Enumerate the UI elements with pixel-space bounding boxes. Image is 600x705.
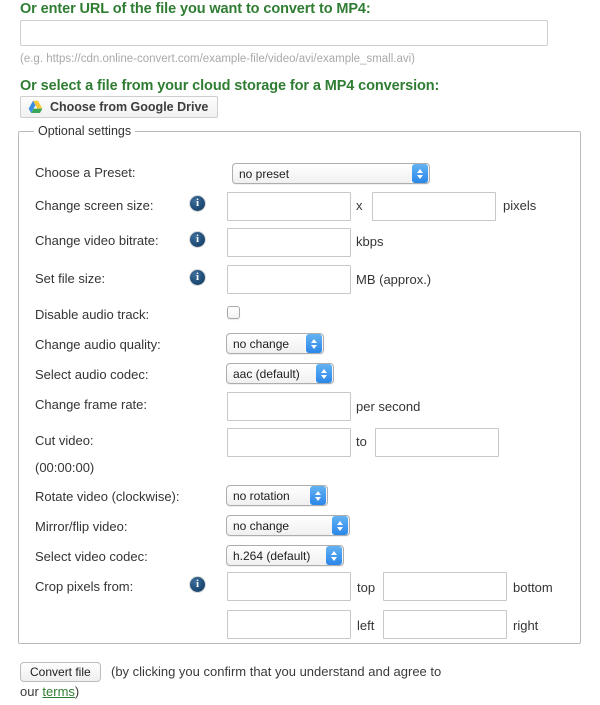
convert-file-button[interactable]: Convert file xyxy=(20,662,101,682)
rotate-video-select-value: no rotation xyxy=(227,489,310,503)
disable-audio-track-checkbox[interactable] xyxy=(227,306,240,319)
url-example-text: (e.g. https://cdn.online-convert.com/exa… xyxy=(20,53,415,65)
chevron-updown-icon xyxy=(310,486,326,505)
preset-select[interactable]: no preset xyxy=(232,163,430,184)
choose-from-google-drive-button[interactable]: Choose from Google Drive xyxy=(20,96,218,118)
disclaimer-prefix: our xyxy=(20,684,42,699)
crop-bottom-input[interactable] xyxy=(383,572,507,601)
label-change-frame-rate: Change frame rate: xyxy=(35,397,147,412)
url-section-heading: Or enter URL of the file you want to con… xyxy=(20,1,371,17)
label-select-video-codec: Select video codec: xyxy=(35,549,148,564)
screen-size-separator: x xyxy=(356,198,363,213)
frame-rate-input[interactable] xyxy=(227,392,351,421)
mirror-flip-select[interactable]: no change xyxy=(226,515,350,536)
info-icon-screen-size[interactable]: i xyxy=(190,196,205,211)
gdrive-button-label: Choose from Google Drive xyxy=(50,100,208,114)
info-icon-file-size[interactable]: i xyxy=(190,270,205,285)
rotate-video-select[interactable]: no rotation xyxy=(226,485,328,506)
google-drive-icon xyxy=(28,100,43,114)
file-size-input[interactable] xyxy=(227,265,351,294)
label-change-audio-quality: Change audio quality: xyxy=(35,337,161,352)
video-bitrate-unit: kbps xyxy=(356,234,383,249)
video-bitrate-input[interactable] xyxy=(227,228,351,257)
label-crop-pixels-from: Crop pixels from: xyxy=(35,579,133,594)
cloud-section-heading: Or select a file from your cloud storage… xyxy=(20,78,439,94)
label-select-audio-codec: Select audio codec: xyxy=(35,367,148,382)
label-rotate-video: Rotate video (clockwise): xyxy=(35,489,180,504)
video-codec-select[interactable]: h.264 (default) xyxy=(226,545,344,566)
label-disable-audio-track: Disable audio track: xyxy=(35,307,149,322)
crop-bottom-unit: bottom xyxy=(513,580,553,595)
label-cut-video: Cut video: xyxy=(35,433,94,448)
info-icon-video-bitrate[interactable]: i xyxy=(190,232,205,247)
chevron-updown-icon xyxy=(326,546,342,565)
video-codec-select-value: h.264 (default) xyxy=(227,549,326,563)
audio-quality-select[interactable]: no change xyxy=(226,333,324,354)
label-change-screen-size: Change screen size: xyxy=(35,198,154,213)
frame-rate-unit: per second xyxy=(356,399,420,414)
crop-right-input[interactable] xyxy=(383,610,507,639)
cut-video-format-hint: (00:00:00) xyxy=(35,460,94,475)
info-icon-crop[interactable]: i xyxy=(190,577,205,592)
convert-file-button-label: Convert file xyxy=(30,665,91,679)
screen-height-input[interactable] xyxy=(372,192,496,221)
disclaimer-line-2: our terms) xyxy=(20,684,79,699)
disclaimer-line-1: (by clicking you confirm that you unders… xyxy=(111,664,441,679)
chevron-updown-icon xyxy=(412,164,428,183)
preset-select-value: no preset xyxy=(233,167,412,181)
label-set-file-size: Set file size: xyxy=(35,271,105,286)
cut-video-to-input[interactable] xyxy=(375,428,499,457)
chevron-updown-icon xyxy=(306,334,322,353)
crop-left-unit: left xyxy=(357,618,374,633)
crop-top-unit: top xyxy=(357,580,375,595)
crop-top-input[interactable] xyxy=(227,572,351,601)
label-change-video-bitrate: Change video bitrate: xyxy=(35,233,159,248)
audio-quality-select-value: no change xyxy=(227,337,306,351)
screen-width-input[interactable] xyxy=(227,192,351,221)
optional-settings-legend: Optional settings xyxy=(34,124,135,138)
label-choose-preset: Choose a Preset: xyxy=(35,165,135,180)
chevron-updown-icon xyxy=(316,364,332,383)
convert-form-page: Or enter URL of the file you want to con… xyxy=(0,0,600,705)
cut-video-from-input[interactable] xyxy=(227,428,351,457)
label-mirror-flip-video: Mirror/flip video: xyxy=(35,519,127,534)
audio-codec-select-value: aac (default) xyxy=(227,367,316,381)
screen-size-unit: pixels xyxy=(503,198,536,213)
terms-link[interactable]: terms xyxy=(42,684,75,699)
chevron-updown-icon xyxy=(332,516,348,535)
cut-video-separator: to xyxy=(356,434,367,449)
file-size-unit: MB (approx.) xyxy=(356,272,431,287)
crop-right-unit: right xyxy=(513,618,538,633)
mirror-flip-select-value: no change xyxy=(227,519,332,533)
disclaimer-suffix: ) xyxy=(75,684,79,699)
audio-codec-select[interactable]: aac (default) xyxy=(226,363,334,384)
url-input[interactable] xyxy=(20,20,548,46)
crop-left-input[interactable] xyxy=(227,610,351,639)
